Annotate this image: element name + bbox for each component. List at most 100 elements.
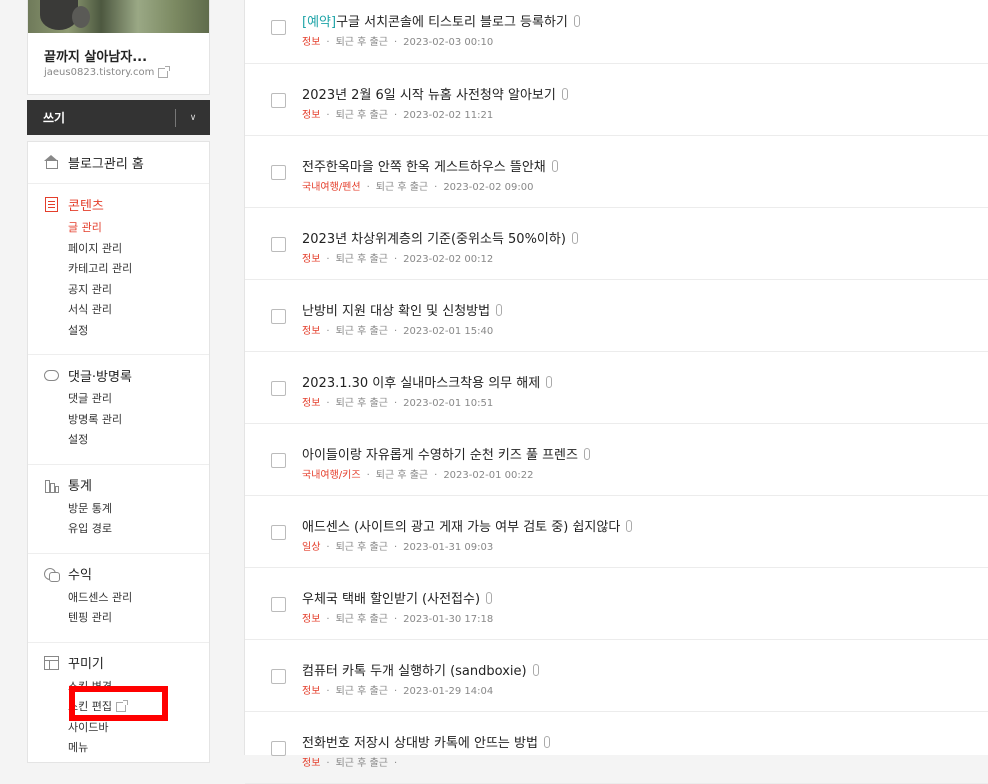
write-button[interactable]: 쓰기	[27, 109, 175, 126]
separator-dot: ·	[393, 398, 398, 409]
menu-design[interactable]: 꾸미기	[28, 655, 209, 672]
menu-notice-manage[interactable]: 공지 관리	[28, 280, 209, 301]
menu-revenue[interactable]: 수익	[28, 566, 209, 583]
post-title-link[interactable]: 컴퓨터 카톡 두개 실행하기 (sandboxie)	[302, 660, 539, 679]
post-meta: 정보 · 퇴근 후 출근 · 2023-02-02 11:21	[302, 106, 493, 121]
stats-submenu: 방문 통계 유입 경로	[28, 499, 209, 540]
highlight-box	[69, 686, 168, 721]
post-author: 퇴근 후 출근	[335, 398, 388, 409]
menu-template-manage[interactable]: 서식 관리	[28, 300, 209, 321]
post-checkbox[interactable]	[271, 741, 286, 756]
post-meta: 정보 · 퇴근 후 출근 · 2023-02-02 00:12	[302, 250, 493, 265]
menu-home[interactable]: 블로그관리 홈	[28, 154, 209, 172]
post-date: 2023-02-01 00:22	[443, 470, 534, 481]
post-category[interactable]: 정보	[302, 110, 320, 121]
paperclip-icon	[583, 447, 590, 460]
profile-photo[interactable]	[28, 0, 209, 33]
post-checkbox[interactable]	[271, 453, 286, 468]
menu-post-manage[interactable]: 글 관리	[28, 218, 209, 239]
sidebar: 끝까지 살아남자... jaeus0823.tistory.com 쓰기 ∨ 블…	[27, 0, 210, 763]
post-date: 2023-01-29 14:04	[403, 686, 494, 697]
menu-comments[interactable]: 댓글·방명록	[28, 367, 209, 385]
home-icon	[44, 155, 58, 169]
post-checkbox[interactable]	[271, 597, 286, 612]
post-title-link[interactable]: 전주한옥마을 안쪽 한옥 게스트하우스 뜰안채	[302, 156, 558, 175]
post-title-link[interactable]: 애드센스 (사이트의 광고 게재 가능 여부 검토 중) 쉽지않다	[302, 516, 633, 535]
table-row: 컴퓨터 카톡 두개 실행하기 (sandboxie) 정보 · 퇴근 후 출근 · 20…	[245, 640, 988, 712]
post-checkbox[interactable]	[271, 381, 286, 396]
paperclip-icon	[571, 231, 578, 244]
post-checkbox[interactable]	[271, 20, 286, 35]
paperclip-icon	[561, 87, 568, 100]
section-stats: 통계 방문 통계 유입 경로	[28, 465, 209, 554]
write-bar: 쓰기 ∨	[27, 100, 210, 135]
post-checkbox[interactable]	[271, 309, 286, 324]
post-title-link[interactable]: 2023년 2월 6일 시작 뉴홈 사전청약 알아보기	[302, 84, 568, 103]
menu-menu[interactable]: 메뉴	[28, 738, 209, 759]
separator-dot: ·	[393, 614, 398, 625]
menu-contents[interactable]: 콘텐츠	[28, 196, 209, 214]
post-title-link[interactable]: 전화번호 저장시 상대방 카톡에 안뜨는 방법	[302, 732, 550, 751]
post-meta: 정보 · 퇴근 후 출근 · 2023-02-01 10:51	[302, 394, 493, 409]
separator-dot: ·	[326, 686, 330, 697]
post-list: [예약]구글 서치콘솔에 티스토리 블로그 등록하기 정보 · 퇴근 후 출근 · 20…	[244, 0, 988, 784]
menu-page-manage[interactable]: 페이지 관리	[28, 239, 209, 260]
post-checkbox[interactable]	[271, 669, 286, 684]
post-checkbox[interactable]	[271, 93, 286, 108]
separator-dot: ·	[366, 470, 370, 481]
menu-contents-settings[interactable]: 설정	[28, 321, 209, 342]
post-category[interactable]: 정보	[302, 37, 320, 48]
post-checkbox[interactable]	[271, 525, 286, 540]
post-date: 2023-01-30 17:18	[403, 614, 494, 625]
post-category[interactable]: 정보	[302, 326, 320, 337]
menu-visit-stats[interactable]: 방문 통계	[28, 499, 209, 520]
post-category[interactable]: 정보	[302, 254, 320, 265]
separator-dot: ·	[393, 542, 398, 553]
menu-guestbook-manage[interactable]: 방명록 관리	[28, 410, 209, 431]
post-category[interactable]: 정보	[302, 686, 320, 697]
post-checkbox[interactable]	[271, 165, 286, 180]
post-category[interactable]: 국내여행/펜션	[302, 182, 361, 193]
table-row: 2023년 2월 6일 시작 뉴홈 사전청약 알아보기 정보 · 퇴근 후 출근 · 2…	[245, 64, 988, 136]
menu-category-manage[interactable]: 카테고리 관리	[28, 259, 209, 280]
post-title: 우체국 택배 할인받기 (사전접수)	[302, 592, 481, 607]
blog-name[interactable]: 끝까지 살아남자...	[44, 46, 147, 65]
menu-tenping-manage[interactable]: 텐핑 관리	[28, 608, 209, 629]
post-meta: 일상 · 퇴근 후 출근 · 2023-01-31 09:03	[302, 538, 493, 553]
post-title-link[interactable]: 2023.1.30 이후 실내마스크착용 의무 해제	[302, 372, 553, 391]
post-title-link[interactable]: [예약]구글 서치콘솔에 티스토리 블로그 등록하기	[302, 11, 580, 30]
paperclip-icon	[551, 159, 558, 172]
paperclip-icon	[543, 735, 550, 748]
post-category[interactable]: 정보	[302, 614, 320, 625]
post-category[interactable]: 정보	[302, 758, 320, 769]
post-author: 퇴근 후 출근	[375, 182, 429, 193]
separator-dot: ·	[326, 398, 330, 409]
menu-stats[interactable]: 통계	[28, 477, 209, 494]
menu-comments-settings[interactable]: 설정	[28, 430, 209, 451]
post-date: 2023-02-01 15:40	[403, 326, 494, 337]
coins-icon	[44, 567, 60, 582]
post-author: 퇴근 후 출근	[335, 758, 388, 769]
chevron-down-icon[interactable]: ∨	[176, 113, 210, 123]
separator-dot: ·	[434, 182, 438, 193]
post-title-link[interactable]: 2023년 차상위계층의 기준(중위소득 50%이하)	[302, 228, 578, 247]
table-row: 아이들이랑 자유롭게 수영하기 순천 키즈 풀 프렌즈 국내여행/키즈 · 퇴근 후…	[245, 424, 988, 496]
post-category[interactable]: 일상	[302, 542, 320, 553]
post-category[interactable]: 정보	[302, 398, 320, 409]
post-category[interactable]: 국내여행/키즈	[302, 470, 361, 481]
post-title-link[interactable]: 난방비 지원 대상 확인 및 신청방법	[302, 300, 503, 319]
menu-referrer[interactable]: 유입 경로	[28, 519, 209, 540]
menu-adsense-manage[interactable]: 애드센스 관리	[28, 588, 209, 609]
post-title: 아이들이랑 자유롭게 수영하기 순천 키즈 풀 프렌즈	[302, 448, 578, 463]
separator-dot: ·	[393, 686, 398, 697]
post-checkbox[interactable]	[271, 237, 286, 252]
blog-url-link[interactable]: jaeus0823.tistory.com	[44, 65, 171, 78]
menu-comment-manage[interactable]: 댓글 관리	[28, 389, 209, 410]
post-title-link[interactable]: 우체국 택배 할인받기 (사전접수)	[302, 588, 493, 607]
post-author: 퇴근 후 출근	[335, 614, 388, 625]
bar-chart-icon	[44, 478, 59, 493]
table-row: 난방비 지원 대상 확인 및 신청방법 정보 · 퇴근 후 출근 · 2023-02-0…	[245, 280, 988, 352]
post-title-link[interactable]: 아이들이랑 자유롭게 수영하기 순천 키즈 풀 프렌즈	[302, 444, 590, 463]
post-date: 2023-02-02 11:21	[403, 110, 494, 121]
post-author: 퇴근 후 출근	[335, 37, 388, 48]
